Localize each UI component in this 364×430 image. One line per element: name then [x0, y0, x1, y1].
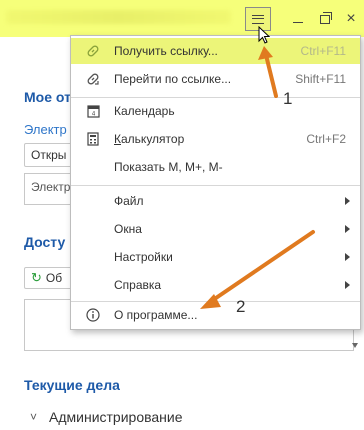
annotation-marker-2: 2	[236, 297, 246, 316]
annotation-arrowhead-1	[258, 46, 273, 60]
annotation-arrow-2	[211, 230, 315, 302]
annotation-marker-1: 1	[283, 89, 293, 108]
annotation-arrow-1	[264, 53, 278, 98]
annotation-overlay	[200, 46, 315, 309]
